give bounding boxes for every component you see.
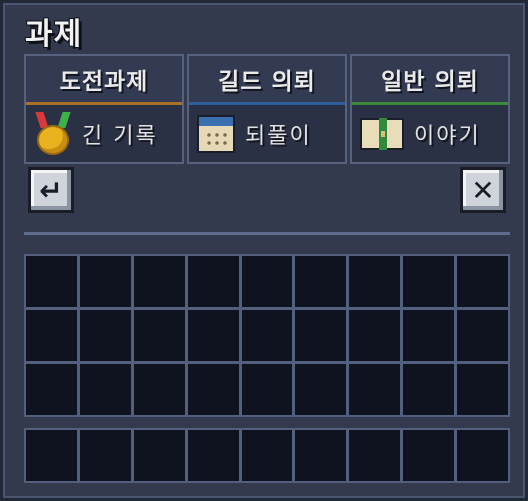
hotbar-slot[interactable] (403, 430, 455, 481)
inventory-slot[interactable] (187, 256, 239, 307)
tab-guild-quests-label: 길드 의뢰 (189, 56, 345, 102)
tab-achievements-label: 도전과제 (26, 56, 182, 102)
tab-achievements-body: 긴 기록 (26, 105, 182, 162)
tab-achievements-value: 긴 기록 (82, 123, 158, 149)
tab-general-quests[interactable]: 일반 의뢰 이야기 (350, 54, 510, 164)
tab-achievements[interactable]: 도전과제 긴 기록 (24, 54, 184, 164)
inventory-slot[interactable] (26, 310, 77, 361)
hotbar-slot[interactable] (79, 430, 131, 481)
calendar-icon (197, 114, 235, 153)
inventory-slot[interactable] (403, 310, 455, 361)
hotbar-slot[interactable] (457, 430, 508, 481)
tab-general-quests-value: 이야기 (414, 123, 481, 149)
hotbar-slot[interactable] (349, 430, 401, 481)
hotbar-slot[interactable] (241, 430, 293, 481)
inventory-slot[interactable] (133, 310, 185, 361)
tab-general-quests-body: 이야기 (352, 105, 508, 162)
inventory-slot[interactable] (349, 364, 401, 415)
inventory-slot[interactable] (79, 256, 131, 307)
hotbar-slot[interactable] (133, 430, 185, 481)
inventory-slot[interactable] (26, 364, 77, 415)
hotbar-grid (24, 428, 510, 483)
inventory-slot[interactable] (457, 310, 508, 361)
hotbar-slot[interactable] (26, 430, 77, 481)
inventory-slot[interactable] (133, 256, 185, 307)
inventory-slot[interactable] (133, 364, 185, 415)
close-icon: ✕ (471, 173, 495, 207)
inventory-grid (24, 254, 510, 417)
inventory-slot[interactable] (349, 310, 401, 361)
inventory-slot[interactable] (457, 256, 508, 307)
back-button[interactable]: ↵ (28, 167, 74, 213)
window-title: 과제 (25, 17, 83, 52)
inventory-slot[interactable] (79, 310, 131, 361)
inventory-slot[interactable] (187, 364, 239, 415)
tab-general-quests-label: 일반 의뢰 (352, 56, 508, 102)
inventory-slot[interactable] (349, 256, 401, 307)
close-button[interactable]: ✕ (460, 167, 506, 213)
tab-guild-quests-body: 되풀이 (189, 105, 345, 162)
quest-tabs: 도전과제 긴 기록 길드 의뢰 되풀이 일반 의뢰 이야기 (24, 54, 510, 164)
medal-icon (34, 111, 72, 156)
inventory-slot[interactable] (241, 310, 293, 361)
divider (24, 232, 510, 235)
hotbar-slot[interactable] (187, 430, 239, 481)
inventory-slot[interactable] (26, 256, 77, 307)
inventory-slot[interactable] (295, 364, 347, 415)
inventory-slot[interactable] (241, 256, 293, 307)
inventory-slot[interactable] (457, 364, 508, 415)
tab-guild-quests-value: 되풀이 (245, 123, 312, 149)
inventory-slot[interactable] (295, 310, 347, 361)
hotbar-slot[interactable] (295, 430, 347, 481)
inventory-slot[interactable] (403, 364, 455, 415)
return-arrow-icon: ↵ (39, 173, 63, 207)
inventory-slot[interactable] (79, 364, 131, 415)
inventory-slot[interactable] (295, 256, 347, 307)
inventory-slot[interactable] (241, 364, 293, 415)
quest-window: 과제 도전과제 긴 기록 길드 의뢰 되풀이 일반 의뢰 이야기 ↵ ✕ (0, 0, 528, 501)
inventory-slot[interactable] (187, 310, 239, 361)
book-icon (360, 117, 404, 150)
tab-guild-quests[interactable]: 길드 의뢰 되풀이 (187, 54, 347, 164)
inventory-slot[interactable] (403, 256, 455, 307)
